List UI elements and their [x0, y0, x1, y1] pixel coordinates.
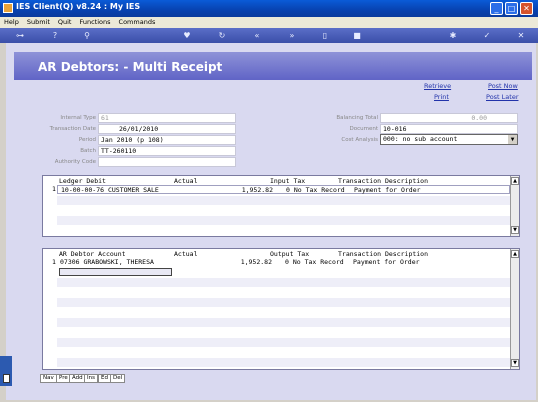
refresh-icon[interactable]: ↻ — [215, 29, 229, 42]
row-description: Payment for Order — [354, 186, 421, 194]
row-account: 07306 GRABOWSKI, THERESA — [60, 258, 154, 266]
menu-functions[interactable]: Functions — [79, 17, 110, 28]
side-panel-icon[interactable] — [3, 374, 10, 383]
rewind-icon[interactable]: « — [250, 29, 264, 42]
col-ar-debtor-account: AR Debtor Account — [59, 250, 126, 258]
cost-analysis-select[interactable]: 000: no sub account ▼ — [380, 134, 518, 145]
empty-row[interactable] — [57, 358, 510, 367]
menu-help[interactable]: Help — [4, 17, 19, 28]
menu-bar: Help Submit Quit Functions Commands — [0, 17, 538, 28]
empty-row[interactable] — [57, 278, 510, 287]
cost-analysis-value: 000: no sub account — [383, 135, 458, 143]
help-icon[interactable]: ? — [48, 29, 62, 42]
gear-icon[interactable]: ✱ — [446, 29, 460, 42]
table-row[interactable]: 07306 GRABOWSKI, THERESA 1,952.82 0 No T… — [57, 258, 510, 267]
empty-row[interactable] — [57, 226, 510, 235]
key-icon[interactable]: ⊶ — [10, 29, 30, 42]
ar-debtor-grid: AR Debtor Account Actual Output Tax Tran… — [42, 248, 520, 370]
nav-button[interactable]: Nav — [40, 374, 57, 383]
check-icon[interactable]: ✓ — [480, 29, 494, 42]
table-row[interactable]: 10-00-00-76 CUSTOMER SALE 1,952.82 0 No … — [57, 185, 510, 194]
transaction-date-field[interactable]: 26/01/2010 — [98, 124, 236, 134]
col-actual: Actual — [174, 177, 198, 185]
scroll-down-icon[interactable]: ▼ — [511, 359, 519, 367]
authority-code-field[interactable] — [98, 157, 236, 167]
del-button[interactable]: Del — [110, 374, 126, 383]
balancing-total-label: Balancing Total — [336, 115, 378, 121]
empty-row[interactable] — [57, 206, 510, 215]
row-account: 10-00-00-76 CUSTOMER SALE — [61, 186, 159, 194]
empty-row[interactable] — [57, 196, 510, 205]
close-window-icon[interactable]: ✕ — [520, 2, 533, 15]
col-ledger-debit: Ledger Debit — [59, 177, 106, 185]
empty-row[interactable] — [57, 308, 510, 317]
heart-icon[interactable]: ♥ — [180, 29, 194, 42]
retrieve-link[interactable]: Retrieve — [424, 82, 451, 90]
row-tax: 0 No Tax Record — [286, 186, 345, 194]
print-link[interactable]: Print — [434, 93, 449, 101]
empty-row[interactable] — [57, 328, 510, 337]
menu-commands[interactable]: Commands — [119, 17, 156, 28]
document-icon[interactable]: ▯ — [318, 29, 332, 42]
page-header: AR Debtors: - Multi Receipt — [14, 52, 532, 80]
close-icon[interactable]: ✕ — [514, 29, 528, 42]
document-field[interactable]: 10-016 — [380, 124, 518, 134]
menu-submit[interactable]: Submit — [27, 17, 50, 28]
minimize-icon[interactable]: _ — [490, 2, 503, 15]
empty-row[interactable] — [57, 348, 510, 357]
row-number: 1 — [52, 185, 56, 193]
empty-row[interactable] — [57, 298, 510, 307]
col-transaction-description: Transaction Description — [338, 250, 429, 258]
post-later-link[interactable]: Post Later — [486, 93, 519, 101]
row-number: 1 — [52, 258, 56, 266]
empty-row[interactable] — [57, 318, 510, 327]
empty-row[interactable] — [57, 216, 510, 225]
empty-row[interactable] — [57, 288, 510, 297]
cost-analysis-label: Cost Analysis — [341, 137, 378, 143]
col-transaction-description: Transaction Description — [338, 177, 429, 185]
ins-button[interactable]: Ins — [84, 374, 98, 383]
search-icon[interactable]: ⚲ — [80, 29, 94, 42]
toolbar: ⊶ ? ⚲ ♥ ↻ « » ▯ ■ ✱ ✓ ✕ — [0, 28, 538, 43]
row-actual: 1,952.82 — [240, 258, 272, 266]
period-label: Period — [78, 137, 96, 143]
vertical-scrollbar[interactable]: ▲ ▼ — [510, 249, 519, 369]
stop-icon[interactable]: ■ — [350, 29, 364, 42]
row-actual: 1,952.82 — [241, 186, 273, 194]
menu-quit[interactable]: Quit — [58, 17, 72, 28]
internal-type-label: Internal Type — [60, 115, 96, 121]
row-description: Payment for Order — [353, 258, 420, 266]
balancing-total-field: 0.00 — [380, 113, 518, 123]
batch-label: Batch — [80, 148, 96, 154]
transaction-date-label: Transaction Date — [49, 126, 96, 132]
page-title: AR Debtors: - Multi Receipt — [38, 60, 223, 74]
scroll-down-icon[interactable]: ▼ — [511, 226, 519, 234]
authority-code-label: Authority Code — [54, 159, 96, 165]
maximize-icon[interactable]: □ — [505, 2, 518, 15]
col-input-tax: Input Tax — [270, 177, 306, 185]
chevron-down-icon[interactable]: ▼ — [508, 135, 517, 144]
row-tax: 0 No Tax Record — [285, 258, 344, 266]
scroll-up-icon[interactable]: ▲ — [511, 177, 519, 185]
window-title-bar: IES Client(Q) v8.24 : My IES _ □ ✕ — [0, 0, 538, 17]
forward-icon[interactable]: » — [285, 29, 299, 42]
internal-type-field: 61 — [98, 113, 236, 123]
ledger-debit-grid: Ledger Debit Actual Input Tax Transactio… — [42, 175, 520, 237]
window-title: IES Client(Q) v8.24 : My IES — [16, 2, 141, 11]
active-cell-input[interactable] — [59, 268, 172, 276]
empty-row[interactable] — [57, 338, 510, 347]
vertical-scrollbar[interactable]: ▲ ▼ — [510, 176, 519, 236]
scroll-up-icon[interactable]: ▲ — [511, 250, 519, 258]
app-icon — [3, 3, 13, 13]
col-output-tax: Output Tax — [270, 250, 310, 258]
col-actual: Actual — [174, 250, 198, 258]
period-field[interactable]: Jan 2010 (p 108) — [98, 135, 236, 145]
document-label: Document — [349, 126, 379, 132]
batch-field[interactable]: TT-260110 — [98, 146, 236, 156]
post-now-link[interactable]: Post Now — [488, 82, 518, 90]
